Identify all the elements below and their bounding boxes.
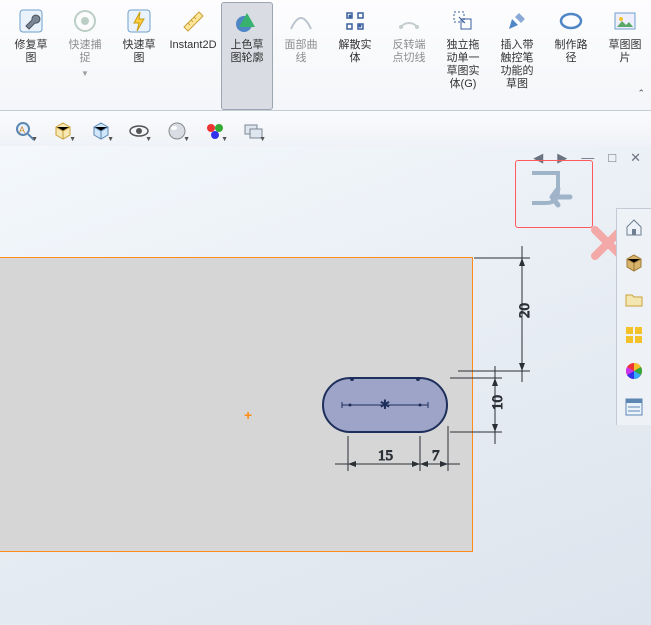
view-screens-button[interactable]: ▼: [237, 117, 269, 145]
ribbon-ruler-button[interactable]: Instant2D: [167, 2, 219, 110]
ribbon-label: Instant2D: [169, 39, 216, 52]
ribbon-label: 面部曲线: [285, 39, 318, 65]
taskpane-list-button[interactable]: [618, 391, 650, 423]
slot-feature[interactable]: ✱: [320, 370, 458, 444]
path-icon: [555, 5, 587, 37]
curve-icon: [285, 5, 317, 37]
taskpane-home-button[interactable]: [618, 211, 650, 243]
image-icon: [609, 5, 641, 37]
ribbon-label: 上色草图轮廓: [231, 39, 264, 65]
ribbon-label: 独立拖动单一草图实体(G): [447, 39, 480, 91]
chevron-down-icon: ▼: [107, 136, 114, 143]
wrench-icon: [15, 5, 47, 37]
ribbon-label: 草图图片: [609, 39, 642, 65]
chevron-down-icon: ▼: [259, 136, 266, 143]
dissolve-icon: [339, 5, 371, 37]
maximize-button[interactable]: □: [608, 150, 616, 166]
ribbon-drag-button[interactable]: 独立拖动单一草图实体(G): [437, 2, 489, 110]
chevron-down-icon: ▼: [69, 136, 76, 143]
chevron-down-icon: ▼: [145, 136, 152, 143]
drag-icon: [447, 5, 479, 37]
ribbon-expand[interactable]: ⌃: [637, 88, 645, 99]
ribbon-target-button: 快速捕捉 ▼: [59, 2, 111, 110]
pen-icon: [501, 5, 533, 37]
taskpane-stack-button[interactable]: [618, 247, 650, 279]
view-cube-button[interactable]: ▼: [85, 117, 117, 145]
graphics-viewport[interactable]: ◀▶—□✕ + ✱ 15: [0, 146, 651, 625]
ribbon-label: 快速草图: [123, 39, 156, 65]
ribbon-wrench-button[interactable]: 修复草图: [5, 2, 57, 110]
chevron-down-icon: ▼: [183, 136, 190, 143]
chevron-down-icon: ▼: [81, 69, 89, 78]
taskpane-grid-button[interactable]: [618, 319, 650, 351]
view-sphere-button[interactable]: ▼: [161, 117, 193, 145]
close-window-button[interactable]: ✕: [630, 150, 641, 166]
dim-20-value: 20: [517, 303, 533, 318]
bolt-icon: [123, 5, 155, 37]
taskpane-folder-button[interactable]: [618, 283, 650, 315]
taskpane-colorwheel-button[interactable]: [618, 355, 650, 387]
ribbon-label: 解散实体: [339, 39, 372, 65]
ribbon-label: 修复草图: [15, 39, 48, 65]
shade-icon: [231, 5, 263, 37]
ribbon-label: 反转端点切线: [393, 39, 426, 65]
chevron-down-icon: ▼: [221, 136, 228, 143]
ribbon-path-button[interactable]: 制作路径: [545, 2, 597, 110]
view-palette-button[interactable]: ▼: [199, 117, 231, 145]
view-magnify-button[interactable]: A▼: [9, 117, 41, 145]
dim-10-value: 10: [490, 395, 506, 410]
tangent-icon: [393, 5, 425, 37]
view-eye-button[interactable]: ▼: [123, 117, 155, 145]
view-cube-tri-button[interactable]: ▼: [47, 117, 79, 145]
sketch-confirmation-corner[interactable]: [515, 160, 593, 228]
ribbon-label: 快速捕捉: [69, 39, 102, 65]
exit-sketch-icon: [524, 169, 584, 219]
ribbon-tangent-button: 反转端点切线: [383, 2, 435, 110]
chevron-down-icon: ▼: [31, 136, 38, 143]
ribbon-curve-button: 面部曲线: [275, 2, 327, 110]
ribbon-bolt-button[interactable]: 快速草图: [113, 2, 165, 110]
sketch-origin-icon: +: [244, 407, 252, 423]
ribbon-shade-button[interactable]: 上色草图轮廓: [221, 2, 273, 110]
ribbon-dissolve-button[interactable]: 解散实体: [329, 2, 381, 110]
ribbon-label: 插入带触控笔功能的草图: [501, 39, 534, 91]
ribbon-label: 制作路径: [555, 39, 588, 65]
ruler-icon: [177, 5, 209, 37]
ribbon-pen-button[interactable]: 插入带触控笔功能的草图: [491, 2, 543, 110]
svg-text:A: A: [19, 125, 25, 135]
target-icon: [69, 5, 101, 37]
